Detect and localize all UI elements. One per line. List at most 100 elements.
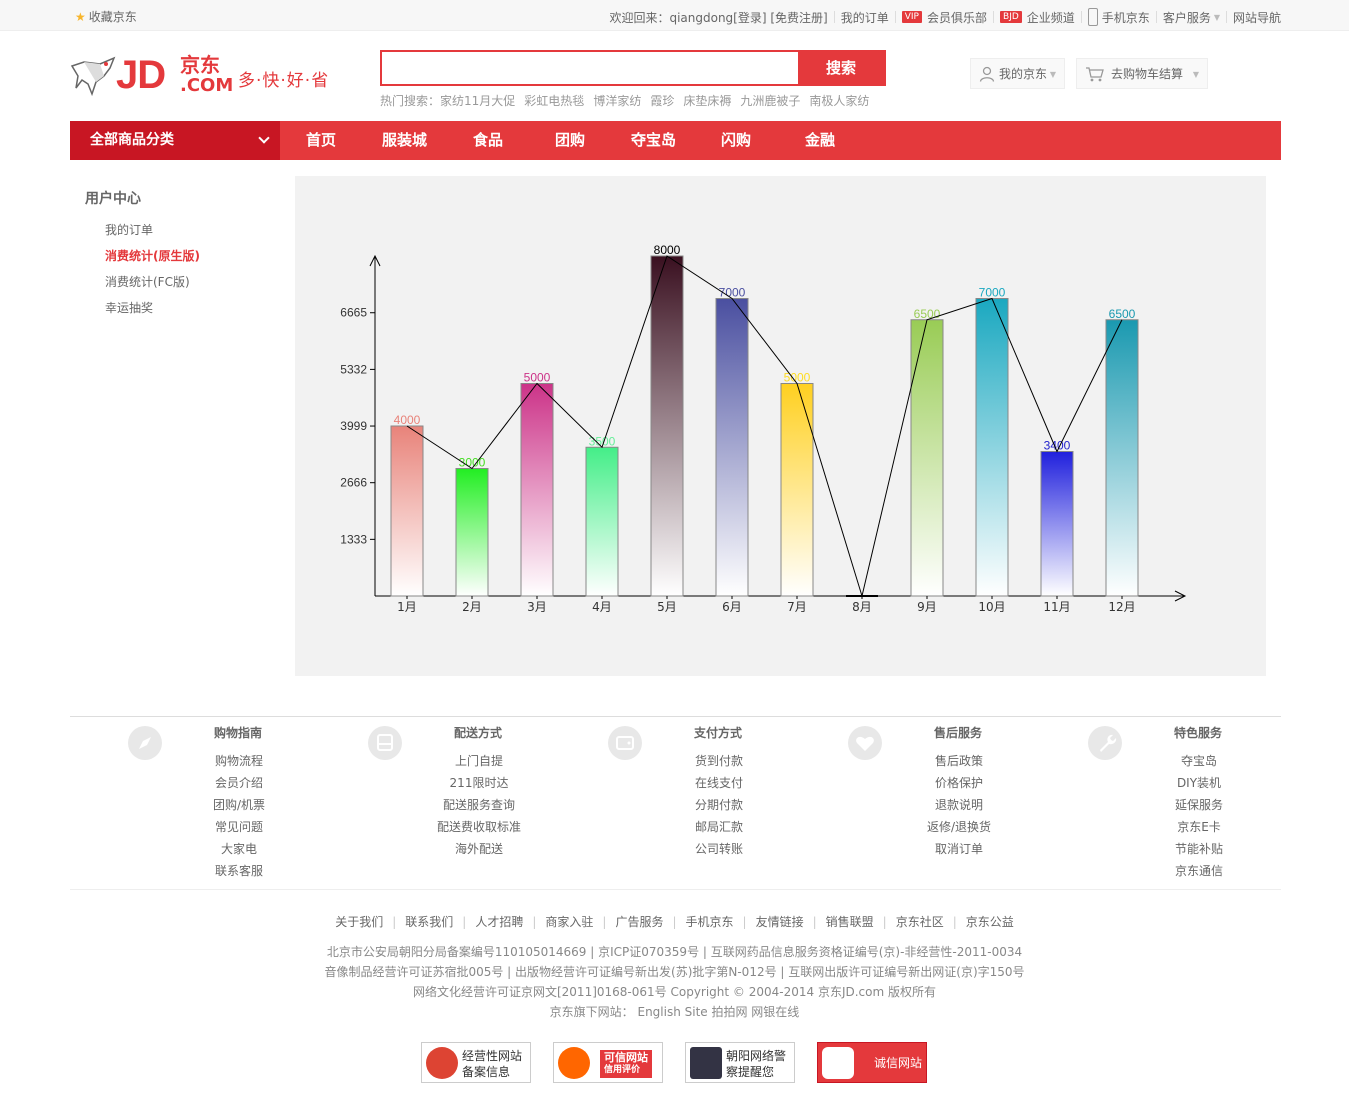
vip-club-link[interactable]: 会员俱乐部 [927, 9, 987, 26]
chart-bar [1105, 319, 1139, 597]
service-link[interactable]: 节能补贴 [1109, 838, 1289, 860]
cert-badge-police[interactable]: 朝阳网络警 察提醒您 [685, 1042, 795, 1083]
nav-item-flash[interactable]: 闪购 [721, 121, 751, 160]
service-link[interactable]: 延保服务 [1109, 794, 1289, 816]
service-link[interactable]: 211限时达 [389, 772, 569, 794]
nav-item-finance[interactable]: 金融 [805, 121, 835, 160]
chart-bar [650, 255, 684, 597]
footer-link[interactable]: 商家入驻 [545, 915, 593, 929]
my-jd-button[interactable]: 我的京东 ▼ [970, 58, 1065, 89]
footer-link[interactable]: 手机京东 [686, 915, 734, 929]
hot-word[interactable]: 霞珍 [650, 94, 674, 108]
hot-word[interactable]: 家纺11月大促 [440, 94, 515, 108]
bjd-badge: BJD [1000, 11, 1022, 23]
spending-chart-svg: 1333266639995332666540001月30002月50003月35… [340, 243, 1187, 614]
sidebar-item-orders[interactable]: 我的订单 [105, 221, 153, 238]
cart-button[interactable]: 去购物车结算 ▼ [1076, 58, 1208, 89]
service-link[interactable]: 货到付款 [629, 750, 809, 772]
hot-word[interactable]: 床垫床褥 [683, 94, 731, 108]
hot-word[interactable]: 彩虹电热毯 [524, 94, 584, 108]
data-label: 4000 [394, 413, 421, 427]
phone-icon [1087, 8, 1098, 26]
nav-item-groupbuy[interactable]: 团购 [555, 121, 585, 160]
footer-link[interactable]: 关于我们 [335, 915, 383, 929]
service-link[interactable]: 京东通信 [1109, 860, 1289, 882]
sidebar-item-stats-fc[interactable]: 消费统计(FC版) [105, 273, 190, 290]
divider: | [602, 915, 607, 929]
data-label: 6500 [914, 307, 941, 321]
divider [894, 11, 896, 23]
divider [1080, 11, 1082, 23]
top-bar-right: 欢迎回来：qiangdong[登录] [免费注册] 我的订单 VIP 会员俱乐部… [609, 8, 1281, 26]
service-column-title: 特色服务 [1174, 726, 1223, 740]
all-categories-button[interactable]: 全部商品分类 [70, 121, 280, 160]
service-link[interactable]: 邮局汇款 [629, 816, 809, 838]
footer-link[interactable]: 广告服务 [615, 915, 663, 929]
hot-word[interactable]: 博洋家纺 [593, 94, 641, 108]
footer-link[interactable]: 人才招聘 [475, 915, 523, 929]
service-link[interactable]: 联系客服 [149, 860, 329, 882]
hot-word[interactable]: 九洲鹿被子 [740, 94, 800, 108]
service-link[interactable]: 取消订单 [869, 838, 1049, 860]
service-link[interactable]: 配送服务查询 [389, 794, 569, 816]
x-tick-label: 12月 [1108, 600, 1135, 614]
service-link[interactable]: 分期付款 [629, 794, 809, 816]
service-link[interactable]: 夺宝岛 [1109, 750, 1289, 772]
nav-item-treasure[interactable]: 夺宝岛 [631, 121, 676, 160]
my-orders-link[interactable]: 我的订单 [841, 9, 889, 26]
data-label: 5000 [784, 371, 811, 385]
service-link[interactable]: 售后政策 [869, 750, 1049, 772]
site-nav-link[interactable]: 网站导航 [1233, 9, 1281, 26]
service-link[interactable]: 海外配送 [389, 838, 569, 860]
nav-item-home[interactable]: 首页 [306, 121, 336, 160]
service-link[interactable]: 团购/机票 [149, 794, 329, 816]
service-link[interactable]: 退款说明 [869, 794, 1049, 816]
hot-word[interactable]: 南极人家纺 [809, 94, 869, 108]
customer-service-link[interactable]: 客户服务 [1163, 9, 1211, 26]
footer-link[interactable]: 京东公益 [966, 915, 1014, 929]
search-input[interactable] [382, 52, 798, 84]
footer-link[interactable]: 销售联盟 [826, 915, 874, 929]
search-button[interactable]: 搜索 [798, 52, 884, 84]
data-label: 5000 [524, 371, 551, 385]
y-tick-label: 2666 [340, 476, 367, 490]
mobile-jd-link[interactable]: 手机京东 [1102, 9, 1150, 26]
service-link[interactable]: 京东E卡 [1109, 816, 1289, 838]
x-tick-label: 8月 [852, 600, 872, 614]
star-icon: ★ [75, 10, 86, 24]
y-tick-label: 3999 [340, 419, 367, 433]
nav-item-clothing[interactable]: 服装城 [382, 121, 427, 160]
footer-link[interactable]: 京东社区 [896, 915, 944, 929]
service-link[interactable]: 常见问题 [149, 816, 329, 838]
logo-com-text: .COM [180, 75, 234, 96]
sidebar-item-stats-native[interactable]: 消费统计(原生版) [105, 247, 200, 264]
cert-badge-icp[interactable]: 经营性网站 备案信息 [421, 1042, 531, 1083]
footer-link[interactable]: 联系我们 [405, 915, 453, 929]
y-tick-label: 1333 [340, 532, 367, 546]
divider: | [462, 915, 467, 929]
service-link[interactable]: 配送费收取标准 [389, 816, 569, 838]
service-link[interactable]: 公司转账 [629, 838, 809, 860]
slogan: 多·快·好·省 [238, 71, 330, 91]
service-link[interactable]: DIY装机 [1109, 772, 1289, 794]
cert-badge-integrity[interactable]: 诚信网站 [817, 1042, 927, 1083]
service-link[interactable]: 大家电 [149, 838, 329, 860]
nav-item-food[interactable]: 食品 [473, 121, 503, 160]
service-link[interactable]: 返修/退换货 [869, 816, 1049, 838]
service-link[interactable]: 在线支付 [629, 772, 809, 794]
favorite-link[interactable]: ★ 收藏京东 [75, 8, 137, 25]
service-link[interactable]: 会员介绍 [149, 772, 329, 794]
divider: | [392, 915, 397, 929]
chevron-down-icon: ▼ [1213, 12, 1220, 22]
service-link[interactable]: 上门自提 [389, 750, 569, 772]
enterprise-link[interactable]: 企业频道 [1027, 9, 1075, 26]
jd-logo[interactable]: JD 京东 .COM 多·快·好·省 [70, 52, 340, 102]
welcome-text[interactable]: 欢迎回来：qiangdong[登录] [免费注册] [609, 9, 827, 26]
service-link[interactable]: 价格保护 [869, 772, 1049, 794]
service-link[interactable]: 购物流程 [149, 750, 329, 772]
cert-badge-trusted[interactable]: 可信网站 信用评价 [553, 1042, 663, 1083]
divider: | [952, 915, 957, 929]
footer-link[interactable]: 友情链接 [756, 915, 804, 929]
sidebar-item-lottery[interactable]: 幸运抽奖 [105, 299, 153, 316]
chevron-down-icon: ▼ [1192, 70, 1199, 79]
